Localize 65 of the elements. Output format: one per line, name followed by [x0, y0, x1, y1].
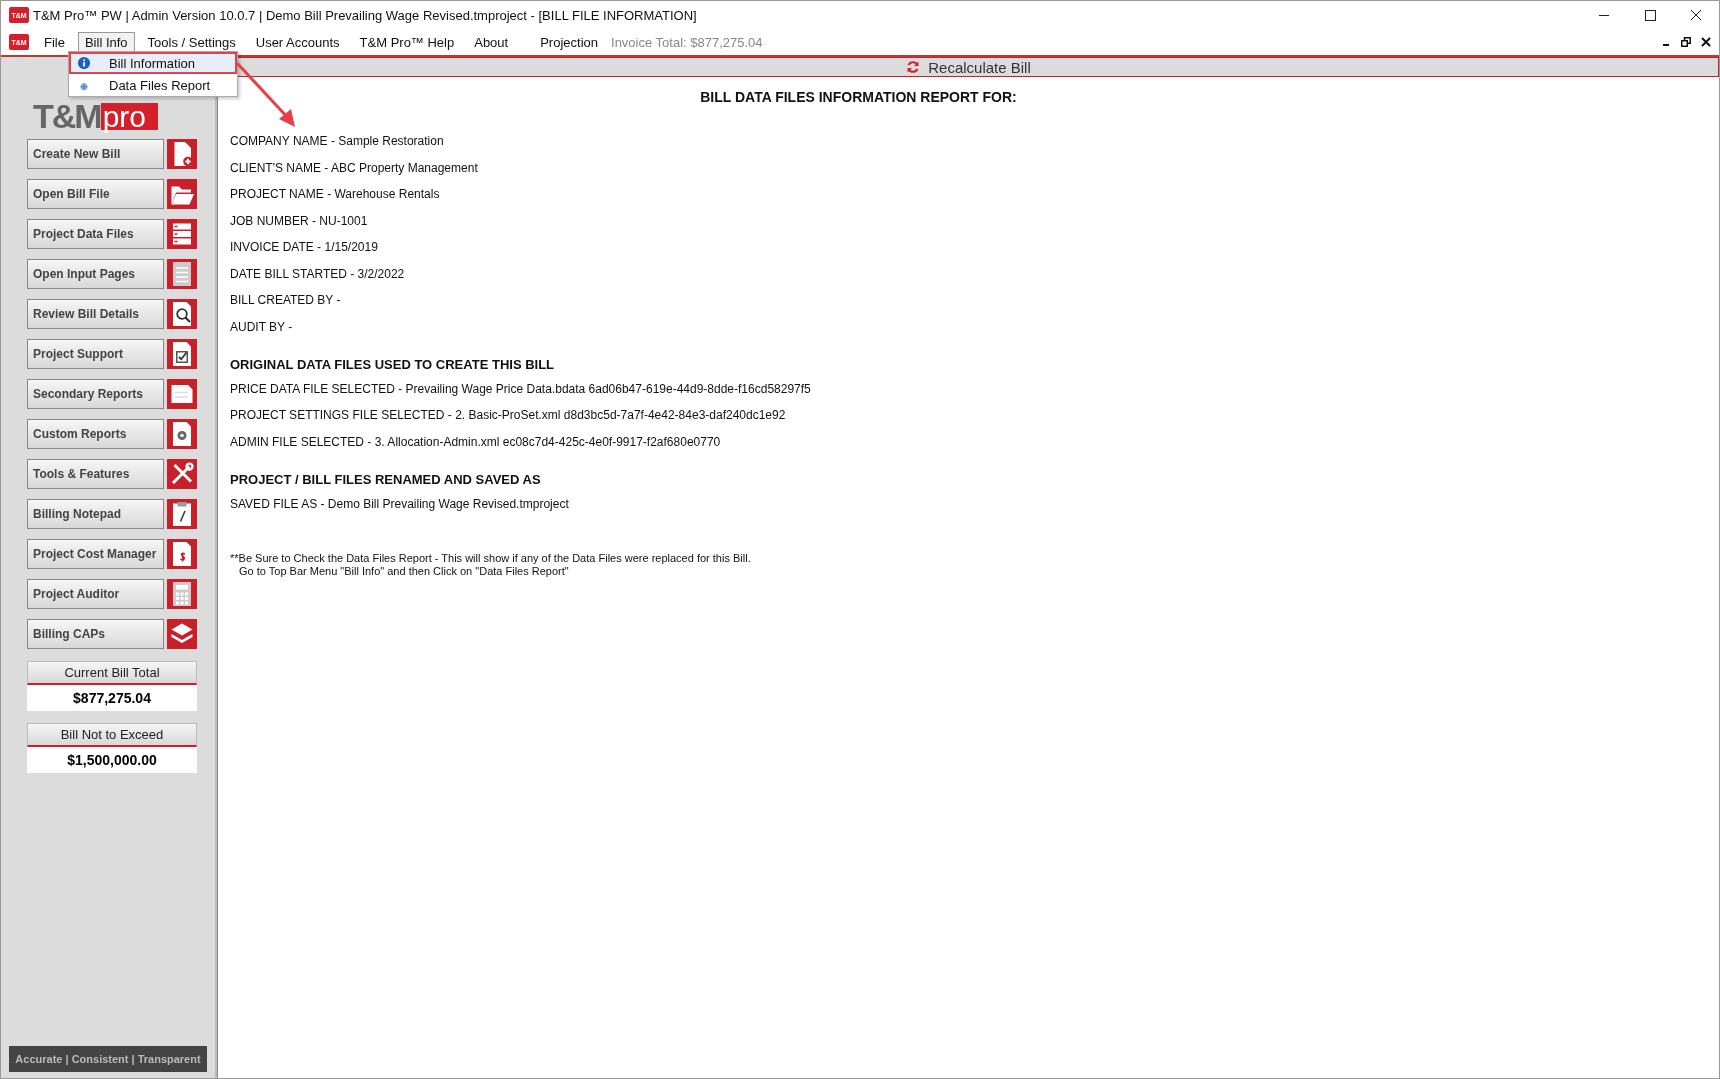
info-icon — [77, 56, 91, 70]
menu-item[interactable]: User Accounts — [248, 31, 347, 53]
total-value: $1,500,000.00 — [66, 751, 158, 770]
report-line: INVOICE DATE - 1/15/2019 — [230, 239, 379, 255]
report-line: DATE BILL STARTED - 3/2/2022 — [230, 265, 406, 282]
refresh-icon — [906, 60, 921, 74]
sidebar-button[interactable]: Project Data Files — [27, 219, 164, 249]
report-line: AUDIT BY - — [230, 318, 294, 335]
folder-icon[interactable] — [167, 179, 197, 209]
sidebar-button[interactable]: Custom Reports — [27, 419, 164, 449]
sidebar-button[interactable]: Tools & Features — [27, 459, 164, 489]
report-title: BILL DATA FILES INFORMATION REPORT FOR: — [699, 89, 1018, 105]
logo-text: T&M — [33, 99, 101, 133]
document-icon[interactable] — [167, 379, 197, 409]
note-text: **Be Sure to Check the Data Files Report - This will show if any of the Data Files were replaced for this Bill. — [230, 551, 752, 565]
report-line: CLIENT'S NAME - ABC Property Management — [230, 159, 479, 176]
menu-item[interactable]: About — [467, 31, 516, 53]
sidebar-button[interactable]: Secondary Reports — [27, 379, 164, 409]
sidebar-button[interactable]: Project Auditor — [27, 579, 164, 609]
calculator-icon[interactable] — [167, 579, 197, 609]
list-icon[interactable] — [167, 219, 197, 249]
report-line: JOB NUMBER - NU-1001 — [230, 212, 369, 229]
menu-item[interactable]: T&M Pro™ Help — [352, 31, 462, 53]
report-line: PRICE DATA FILE SELECTED - Prevailing Wage Price Data.bdata 6ad06b47-619e-44d9-8dde-f16cd58297f5 — [230, 380, 812, 397]
restore-button[interactable] — [1681, 37, 1691, 47]
total-label: Bill Not to Exceed — [27, 723, 197, 747]
menu-item[interactable]: Projection — [533, 31, 605, 53]
arrow — [235, 61, 295, 127]
checklist-icon[interactable] — [167, 339, 197, 369]
menu-item[interactable]: Bill Info — [77, 31, 135, 53]
report-line: PROJECT NAME - Warehouse Rentals — [230, 186, 441, 202]
report-line: PROJECT SETTINGS FILE SELECTED - 2. Basic-ProSet.xml d8d3bc5d-7a7f-4e42-84e3-daf240dc1e92 — [230, 407, 787, 423]
report-line: ADMIN FILE SELECTED - 3. Allocation-Admin.xml ec08c7d4-425c-4e0f-9917-f2af680e0770 — [230, 433, 722, 450]
invoice-total: Invoice Total: $877,275.04 — [611, 34, 763, 50]
tagline: Accurate | Consistent | Transparent — [9, 1046, 207, 1072]
menu-item[interactable]: File — [37, 31, 72, 53]
magnifier-icon[interactable] — [167, 299, 197, 329]
report-line: COMPANY NAME - Sample Restoration — [230, 133, 445, 149]
window-title: T&M Pro™ PW | Admin Version 10.0.7 | Demo Bill Prevailing Wage Revised.tmproject - [BILL FILE INFORMATION] — [33, 7, 698, 23]
section-heading: PROJECT / BILL FILES RENAMED AND SAVED AS — [230, 471, 542, 487]
menu-option[interactable]: Bill Information — [69, 52, 237, 74]
total-label: Current Bill Total — [27, 661, 197, 685]
sidebar-button[interactable]: Open Input Pages — [27, 259, 164, 289]
note-text: Go to Top Bar Menu "Bill Info" and then Click on "Data Files Report" — [238, 564, 570, 578]
tools-icon[interactable] — [167, 459, 197, 489]
sidebar-button[interactable]: Open Bill File — [27, 179, 164, 209]
menu-option[interactable]: Data Files Report — [69, 74, 237, 96]
layers-icon[interactable] — [167, 619, 197, 649]
report-line: SAVED FILE AS - Demo Bill Prevailing Wage Revised.tmproject — [230, 495, 570, 512]
sidebar-button[interactable]: Project Cost Manager — [27, 539, 164, 569]
report-line: BILL CREATED BY - — [230, 292, 342, 308]
sidebar-button[interactable]: Create New Bill — [27, 139, 164, 169]
file-plus-icon[interactable] — [167, 139, 197, 169]
sidebar-button[interactable]: Review Bill Details — [27, 299, 164, 329]
document-icon[interactable] — [167, 539, 197, 569]
sidebar-button[interactable]: Project Support — [27, 339, 164, 369]
clipboard-icon[interactable] — [167, 499, 197, 529]
gear-icon[interactable] — [167, 419, 197, 449]
menu-item[interactable]: Tools / Settings — [140, 31, 243, 53]
sidebar-button[interactable]: Billing Notepad — [27, 499, 164, 529]
section-heading: ORIGINAL DATA FILES USED TO CREATE THIS BILL — [230, 356, 556, 372]
document-icon[interactable] — [167, 259, 197, 289]
close-button[interactable] — [1701, 37, 1711, 47]
sidebar-button[interactable]: Billing CAPs — [27, 619, 164, 649]
total-value: $877,275.04 — [72, 689, 152, 708]
